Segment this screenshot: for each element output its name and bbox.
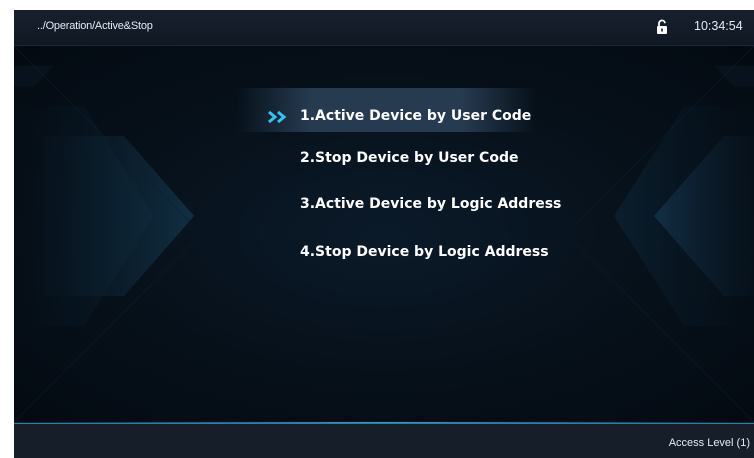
menu-item-active-by-logic-address[interactable]: 3.Active Device by Logic Address — [300, 196, 561, 220]
breadcrumb: ../Operation/Active&Stop — [37, 20, 153, 32]
double-chevron-right-icon — [268, 110, 287, 124]
top-bar: ../Operation/Active&Stop 10:34:54 — [14, 10, 754, 46]
menu-item-active-by-user-code[interactable]: 1.Active Device by User Code — [300, 108, 531, 132]
clock: 10:34:54 — [694, 19, 743, 33]
menu-item-stop-by-user-code[interactable]: 2.Stop Device by User Code — [300, 150, 518, 174]
menu-item-stop-by-logic-address[interactable]: 4.Stop Device by Logic Address — [300, 244, 549, 268]
unlocked-padlock-icon[interactable] — [655, 19, 669, 35]
status-bar: Access Level (1) — [14, 423, 754, 458]
device-screen: ../Operation/Active&Stop 10:34:54 1.Acti… — [14, 10, 754, 458]
access-level-label: Access Level (1) — [668, 437, 750, 449]
